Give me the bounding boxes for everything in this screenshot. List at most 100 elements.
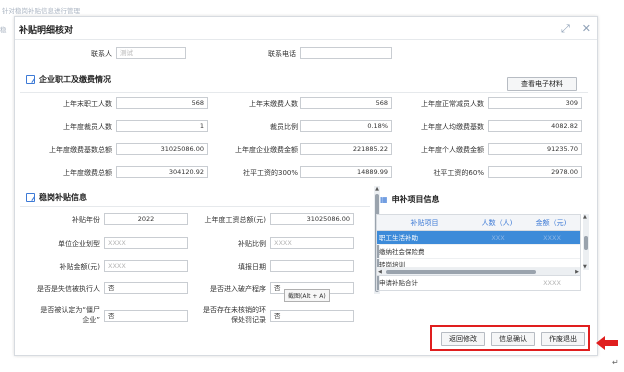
page-title-background: 针对稳岗补贴信息进行管理 — [2, 7, 80, 15]
project-table: 补贴项目 人数（人) 金额（元) 职工生活补助 XXX XXXX 缴纳社会保险费… — [376, 214, 581, 291]
cell-amount — [522, 259, 580, 267]
env-penalty-label-line2: 保处罚记录 — [231, 316, 266, 324]
return-mark-icon: ↵ — [612, 358, 619, 367]
enterprise-type-input[interactable]: XXXX — [104, 237, 188, 249]
fill-date-label: 填报日期 — [238, 263, 266, 271]
scroll-down-icon[interactable]: ▼ — [583, 264, 587, 270]
close-icon[interactable]: ✕ — [582, 23, 591, 35]
edit-icon — [26, 193, 35, 202]
section-stable-job-subsidy: 稳岗补贴信息 — [26, 192, 87, 203]
field-value: 1 — [116, 120, 208, 132]
field-label: 上年末职工人数 — [63, 100, 112, 108]
section-employee-payment: 企业职工及缴费情况 — [26, 74, 111, 85]
dialog-title: 补贴明细核对 — [19, 26, 74, 36]
field-value: 91235.70 — [488, 143, 582, 155]
highlight-box — [430, 325, 590, 351]
field-value: 14889.99 — [300, 166, 392, 178]
cell-amount: XXXX — [543, 234, 561, 242]
field-label: 上年度裁员人数 — [63, 123, 112, 131]
expand-icon[interactable]: ⤢ — [561, 23, 570, 35]
table-total-row: 申请补贴合计 XXXX — [377, 276, 580, 290]
field-value: 4082.82 — [488, 120, 582, 132]
fill-date-input[interactable] — [270, 260, 354, 272]
section-title: 申补项目信息 — [391, 195, 440, 204]
section-title: 企业职工及缴费情况 — [39, 75, 111, 84]
column-header-item: 补贴项目 — [410, 219, 439, 227]
contact-input[interactable]: 测试 — [116, 47, 186, 59]
field-label: 上年度缴费基数总额 — [49, 146, 112, 154]
scroll-up-icon[interactable]: ▲ — [583, 214, 587, 220]
table-row[interactable]: 转岗培训 — [377, 259, 580, 268]
bankruptcy-label: 是否进入破产程序 — [210, 285, 266, 293]
cell-amount — [522, 245, 580, 258]
title-divider — [15, 39, 597, 40]
env-penalty-input[interactable]: 否 — [270, 310, 354, 322]
field-value: 568 — [300, 97, 392, 109]
wage-total-label: 上年度工资总额(元) — [204, 216, 266, 224]
section-title: 稳岗补贴信息 — [39, 193, 87, 202]
field-value: 0.18% — [300, 120, 392, 132]
subsidy-amount-label: 补贴金额(元) — [59, 263, 100, 271]
field-value: 2978.00 — [488, 166, 582, 178]
field-value: 304120.92 — [116, 166, 208, 178]
field-label: 上年度企业缴费金额 — [235, 146, 298, 154]
field-value: 568 — [116, 97, 208, 109]
table-row[interactable]: 缴纳社会保险费 — [377, 245, 580, 259]
zombie-label-line2: 企业” — [82, 316, 100, 324]
table-vertical-scrollbar[interactable]: ▲ ▼ — [583, 214, 589, 270]
cell-item: 缴纳社会保险费 — [379, 248, 425, 256]
total-label: 申请补贴合计 — [379, 279, 418, 287]
project-info-panel: ▦ 申补项目信息 补贴项目 人数（人) 金额（元) 职工生活补助 XXX XXX… — [376, 190, 592, 316]
subsidy-year-input[interactable]: 2022 — [104, 213, 188, 225]
zombie-label-line1: 是否被认定为“僵尸 — [40, 306, 100, 314]
section-divider — [20, 92, 588, 93]
subsidy-ratio-label: 补贴比例 — [238, 240, 266, 248]
table-header: 补贴项目 人数（人) 金额（元) — [377, 215, 580, 231]
env-penalty-label-line1: 是否存在未核销的环 — [203, 306, 266, 314]
field-label: 上年度缴费总额 — [63, 169, 112, 177]
dishonest-input[interactable]: 否 — [104, 282, 188, 294]
section-project-info: ▦ 申补项目信息 — [380, 194, 440, 205]
column-header-count: 人数（人) — [481, 219, 513, 227]
scroll-right-icon[interactable]: ▶ — [575, 268, 579, 276]
cell-item: 职工生活补助 — [379, 234, 418, 242]
contact-label: 联系人 — [91, 50, 112, 58]
cell-count — [472, 245, 522, 258]
phone-label: 联系电话 — [268, 50, 296, 58]
subsidy-ratio-input[interactable]: XXXX — [270, 237, 354, 249]
field-label: 上年度正常减员人数 — [421, 100, 484, 108]
screenshot-tooltip: 截图(Alt + A) — [284, 289, 330, 302]
scroll-thumb[interactable] — [584, 236, 588, 250]
field-label: 上年末缴费人数 — [249, 100, 298, 108]
field-label: 上年度个人缴费金额 — [421, 146, 484, 154]
table-row[interactable]: 职工生活补助 XXX XXXX — [377, 231, 580, 245]
scroll-thumb[interactable] — [386, 270, 536, 274]
subsidy-year-label: 补贴年份 — [72, 216, 100, 224]
background-side-text: 稳 — [0, 26, 7, 34]
field-label: 社平工资的300% — [242, 169, 298, 177]
dialog-window-controls: ⤢ ✕ — [561, 23, 591, 35]
zombie-input[interactable]: 否 — [104, 310, 188, 322]
red-arrow-icon — [596, 336, 618, 350]
view-electronic-materials-button[interactable]: 查看电子材料 — [507, 77, 577, 91]
dishonest-label: 是否是失信被执行人 — [37, 285, 100, 293]
total-value: XXXX — [543, 279, 561, 287]
cell-count — [472, 259, 522, 267]
field-value: 31025086.00 — [116, 143, 208, 155]
subsidy-amount-input[interactable]: XXXX — [104, 260, 188, 272]
field-label: 上年度人均缴费基数 — [421, 123, 484, 131]
field-label: 社平工资的60% — [433, 169, 484, 177]
table-horizontal-scrollbar[interactable]: ◀ ▶ — [377, 268, 580, 276]
field-value: 309 — [488, 97, 582, 109]
cell-item: 转岗培训 — [379, 261, 405, 268]
scroll-left-icon[interactable]: ◀ — [378, 268, 382, 276]
field-label: 裁员比例 — [270, 123, 298, 131]
grid-icon: ▦ — [380, 195, 388, 204]
cell-count: XXX — [491, 234, 505, 242]
phone-input[interactable] — [300, 47, 392, 59]
section-divider — [20, 206, 370, 207]
wage-total-input[interactable]: 31025086.00 — [270, 213, 354, 225]
enterprise-type-label: 单位企业划型 — [58, 240, 100, 248]
edit-icon — [26, 75, 35, 84]
column-header-amount: 金额（元) — [535, 219, 567, 227]
